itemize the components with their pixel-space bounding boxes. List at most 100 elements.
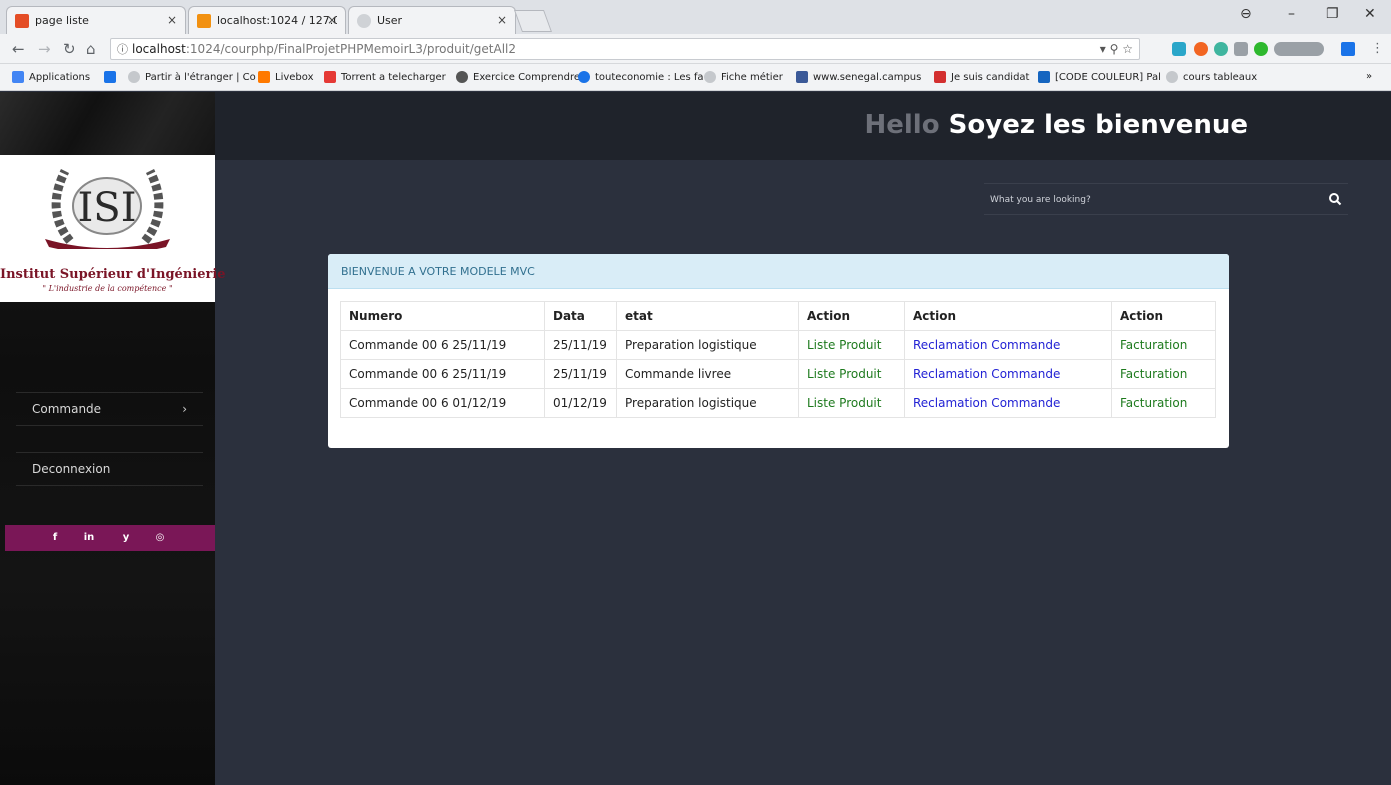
facturation-link[interactable]: Facturation (1120, 396, 1187, 410)
apps-icon (12, 71, 24, 83)
logo-institute-name: Institut Supérieur d'Ingénierie (0, 267, 226, 282)
sidebar-item-label: Commande (32, 402, 102, 416)
bookmark-item[interactable] (104, 71, 121, 83)
cell-etat: Preparation logistique (616, 388, 799, 418)
column-header: Action (1111, 301, 1216, 331)
cell-data: 01/12/19 (544, 388, 617, 418)
url-host: localhost (132, 42, 186, 56)
tab-page-liste[interactable]: page liste × (6, 6, 186, 34)
column-header: Action (904, 301, 1112, 331)
social-links-bar: f in y ◎ (5, 525, 215, 551)
power-icon[interactable] (1254, 42, 1268, 56)
bookmark-item[interactable]: Livebox (258, 71, 314, 83)
toggle-off-icon[interactable] (1274, 42, 1324, 56)
page-icon (1166, 71, 1178, 83)
column-header: Data (544, 301, 617, 331)
reclamation-commande-link[interactable]: Reclamation Commande (913, 367, 1060, 381)
page-icon (128, 71, 140, 83)
orders-table: Numero Data etat Action Action Action Co… (340, 301, 1216, 418)
search-icon[interactable] (1328, 192, 1342, 206)
bookmarks-bar: Applications Partir à l'étranger | Co Li… (0, 64, 1391, 91)
panel-heading: BIENVENUE A VOTRE MODELE MVC (328, 254, 1229, 289)
bookmarks-more-button[interactable]: » (1366, 71, 1372, 82)
tab-title: User (377, 14, 403, 27)
bookmark-item[interactable]: touteconomie : Les fa (578, 71, 704, 83)
cell-data: 25/11/19 (544, 359, 617, 389)
page-icon (704, 71, 716, 83)
table-row: Commande 00 6 25/11/19 25/11/19 Preparat… (340, 330, 1216, 360)
column-header: Numero (340, 301, 545, 331)
liste-produit-link[interactable]: Liste Produit (807, 338, 881, 352)
bookmark-item[interactable]: Je suis candidat (934, 71, 1029, 83)
sidebar-top-banner (0, 92, 215, 155)
logo-letters: ISI (77, 185, 136, 231)
close-icon[interactable]: × (167, 13, 177, 27)
restore-icon[interactable]: ❐ (1326, 6, 1339, 22)
tab-user[interactable]: User × (348, 6, 516, 34)
instagram-icon[interactable]: ◎ (150, 529, 170, 547)
close-window-icon[interactable]: ✕ (1364, 6, 1376, 22)
bookmark-icon (324, 71, 336, 83)
bookmark-item[interactable]: Partir à l'étranger | Co (128, 71, 256, 83)
table-header-row: Numero Data etat Action Action Action (340, 301, 1216, 331)
bookmark-item[interactable]: www.senegal.campus (796, 71, 921, 83)
bookmark-item[interactable]: cours tableaux (1166, 71, 1257, 83)
table-row: Commande 00 6 25/11/19 25/11/19 Commande… (340, 359, 1216, 389)
close-icon[interactable]: × (497, 13, 507, 27)
zoom-star-icon[interactable]: ▾ ⚲ ☆ (1100, 42, 1133, 56)
bookmark-icon (104, 71, 116, 83)
cell-numero: Commande 00 6 25/11/19 (340, 359, 545, 389)
new-tab-button[interactable] (513, 10, 553, 32)
search-input[interactable] (990, 190, 1310, 210)
forward-arrow-icon[interactable]: → (38, 40, 51, 58)
facturation-link[interactable]: Facturation (1120, 338, 1187, 352)
sidebar-item-commande[interactable]: Commande › (16, 392, 203, 426)
orders-panel: BIENVENUE A VOTRE MODELE MVC Numero Data… (328, 254, 1229, 448)
bookmark-item[interactable]: Torrent a telecharger (324, 71, 446, 83)
bookmark-item[interactable]: Applications (12, 71, 90, 83)
url-path: :1024/courphp/FinalProjetPHPMemoirL3/pro… (185, 42, 517, 56)
extension-icon[interactable] (1194, 42, 1208, 56)
profile-icon[interactable]: ⊖ (1240, 6, 1252, 22)
column-header: etat (616, 301, 799, 331)
cell-numero: Commande 00 6 01/12/19 (340, 388, 545, 418)
bookmark-icon (796, 71, 808, 83)
extension-icon[interactable] (1341, 42, 1355, 56)
sidebar-item-deconnexion[interactable]: Deconnexion (16, 452, 203, 486)
hash-icon (1038, 71, 1050, 83)
isi-logo: ISI Institut Supérieur d'Ingénierie " L'… (0, 155, 226, 302)
table-row: Commande 00 6 01/12/19 01/12/19 Preparat… (340, 388, 1216, 418)
facturation-link[interactable]: Facturation (1120, 367, 1187, 381)
page-title: Hello Soyez les bienvenue (865, 110, 1249, 140)
liste-produit-link[interactable]: Liste Produit (807, 396, 881, 410)
reclamation-commande-link[interactable]: Reclamation Commande (913, 396, 1060, 410)
close-icon[interactable]: × (327, 13, 337, 27)
extension-icon[interactable] (1234, 42, 1248, 56)
minimize-icon[interactable]: – (1288, 6, 1295, 22)
extension-icon[interactable] (1214, 42, 1228, 56)
back-arrow-icon[interactable]: ← (12, 40, 25, 58)
reload-icon[interactable]: ↻ (63, 40, 76, 58)
home-icon[interactable]: ⌂ (86, 40, 96, 58)
logo-slogan: " L'industrie de la compétence " (42, 284, 173, 293)
bookmark-icon (578, 71, 590, 83)
column-header: Action (798, 301, 905, 331)
bookmark-item[interactable]: Exercice Comprendre (456, 71, 580, 83)
html5-icon (15, 13, 29, 28)
facebook-icon[interactable]: f (45, 529, 65, 547)
linkedin-icon[interactable]: in (79, 529, 99, 547)
reclamation-commande-link[interactable]: Reclamation Commande (913, 338, 1060, 352)
bookmark-item[interactable]: [CODE COULEUR] Pal (1038, 71, 1161, 83)
liste-produit-link[interactable]: Liste Produit (807, 367, 881, 381)
cell-etat: Commande livree (616, 359, 799, 389)
bookmark-icon (456, 71, 468, 83)
address-bar[interactable]: ⓘ localhost:1024/courphp/FinalProjetPHPM… (110, 38, 1140, 60)
browser-toolbar: ← → ↻ ⌂ ⓘ localhost:1024/courphp/FinalPr… (0, 34, 1391, 64)
twitter-icon[interactable]: y (116, 529, 136, 547)
tab-phpmyadmin[interactable]: localhost:1024 / 127.0.0. × (188, 6, 346, 34)
menu-icon[interactable]: ⋮ (1371, 41, 1384, 56)
bookmark-item[interactable]: Fiche métier (704, 71, 783, 83)
bookmark-icon (934, 71, 946, 83)
extension-icon[interactable] (1172, 42, 1186, 56)
sidebar-item-label: Deconnexion (32, 462, 111, 476)
